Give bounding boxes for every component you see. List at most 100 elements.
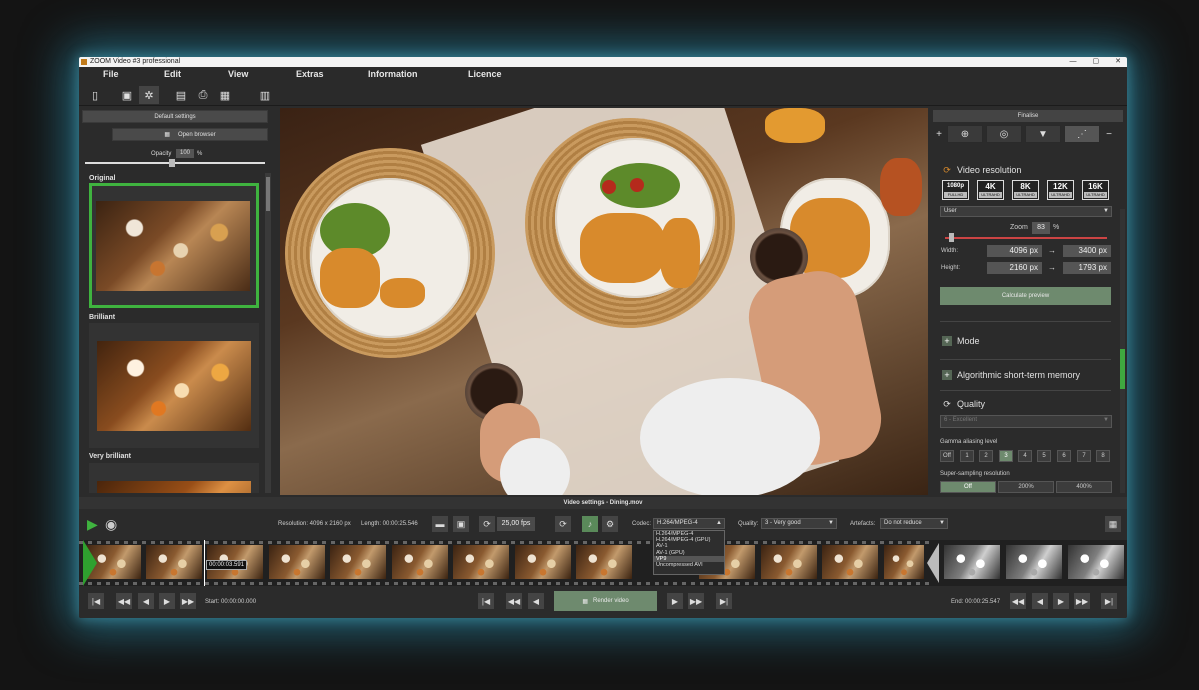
zoom-slider-handle[interactable] <box>949 233 954 242</box>
step-back-icon[interactable]: ◀ <box>528 593 544 609</box>
gamma-level-off[interactable]: Off <box>940 450 954 462</box>
codec-select[interactable]: H.264/MPEG-4 ▲ <box>653 518 725 529</box>
gamma-level-5[interactable]: 5 <box>1037 450 1051 462</box>
film-frame[interactable] <box>392 545 448 579</box>
menu-information[interactable]: Information <box>368 69 418 79</box>
play-circle-icon[interactable]: ◉ <box>105 516 117 533</box>
refresh-icon[interactable]: ⟳ <box>942 399 952 409</box>
menu-extras[interactable]: Extras <box>296 69 324 79</box>
close-button[interactable]: ✕ <box>1115 57 1121 67</box>
film-frame[interactable] <box>822 545 878 579</box>
effects-icon[interactable]: ✲ <box>139 86 159 104</box>
right-scrollbar[interactable] <box>1120 209 1125 493</box>
film-frame[interactable] <box>330 545 386 579</box>
refresh-icon[interactable]: ⟳ <box>479 516 495 532</box>
fps-value[interactable]: 25,00 fps <box>497 517 535 531</box>
zoom-slider-track[interactable] <box>945 237 1107 239</box>
default-settings-button[interactable]: Default settings <box>82 110 268 123</box>
rewind-icon[interactable]: ◀◀ <box>1010 593 1026 609</box>
menu-file[interactable]: File <box>103 69 119 79</box>
step-forward-icon[interactable]: ▶ <box>667 593 683 609</box>
gamma-level-1[interactable]: 1 <box>960 450 974 462</box>
rewind-icon[interactable]: ◀◀ <box>116 593 132 609</box>
supersampling-off[interactable]: Off <box>940 481 996 493</box>
film-frame-outside[interactable] <box>944 545 1000 579</box>
expand-mode-icon[interactable]: + <box>942 336 952 346</box>
add-tab-icon[interactable]: + <box>933 125 945 143</box>
refresh-icon[interactable]: ⟳ <box>555 516 571 532</box>
quality-select[interactable]: 6 - Excellent ▼ <box>940 415 1112 428</box>
gamma-level-3[interactable]: 3 <box>999 450 1013 462</box>
fast-forward-icon[interactable]: ▶▶ <box>1074 593 1090 609</box>
audio-icon[interactable]: ♪ <box>582 516 598 532</box>
artefacts-select[interactable]: Do not reduce ▼ <box>880 518 948 529</box>
print-icon[interactable]: ⎙ <box>193 86 213 104</box>
minimize-button[interactable]: — <box>1070 57 1077 67</box>
res-4k-button[interactable]: 4K ULTRAHD <box>977 180 1004 200</box>
maximize-button[interactable]: ▢ <box>1093 57 1100 67</box>
tab-share-icon[interactable]: ⋰ <box>1064 125 1100 143</box>
export-icon[interactable]: ▦ <box>215 86 235 104</box>
codec-option[interactable]: Uncompressed AVI <box>654 562 724 568</box>
step-back-icon[interactable]: ◀ <box>138 593 154 609</box>
resolution-preset-select[interactable]: User ▼ <box>940 206 1112 217</box>
refresh-icon[interactable]: ⟳ <box>942 165 952 175</box>
tab-color-wheel-icon[interactable]: ◎ <box>986 125 1022 143</box>
aspect-icon[interactable]: ▬ <box>432 516 448 532</box>
play-icon[interactable]: ▶ <box>87 516 98 533</box>
zoom-input[interactable]: 83 <box>1032 222 1050 234</box>
opacity-slider-track[interactable] <box>85 162 265 164</box>
step-back-icon[interactable]: ◀ <box>1032 593 1048 609</box>
video-quality-select[interactable]: 3 - Very good ▼ <box>761 518 837 529</box>
film-frame[interactable] <box>453 545 509 579</box>
expand-memory-icon[interactable]: + <box>942 370 952 380</box>
supersampling-200[interactable]: 200% <box>998 481 1054 493</box>
mode-title[interactable]: Mode <box>957 336 980 346</box>
film-frame-outside[interactable] <box>1068 545 1124 579</box>
film-frame[interactable] <box>515 545 571 579</box>
start-marker[interactable] <box>83 540 97 586</box>
go-end-icon[interactable]: ▶| <box>716 593 732 609</box>
fast-forward-icon[interactable]: ▶▶ <box>180 593 196 609</box>
preset-very-brilliant[interactable] <box>89 463 259 493</box>
res-1080p-button[interactable]: 1080p FULLHD <box>942 180 969 200</box>
go-end-icon[interactable]: ▶| <box>1101 593 1117 609</box>
opacity-slider-handle[interactable] <box>169 159 175 167</box>
filmstrip[interactable]: 00:00:03.591 <box>79 540 1127 586</box>
calculate-preview-button[interactable]: Calculate preview <box>940 287 1111 305</box>
settings-icon[interactable]: ⚙ <box>602 516 618 532</box>
rewind-icon[interactable]: ◀◀ <box>506 593 522 609</box>
res-8k-button[interactable]: 8K ULTRAHD <box>1012 180 1039 200</box>
res-16k-button[interactable]: 16K ULTRAHD <box>1082 180 1109 200</box>
render-video-button[interactable]: ▦ Render video <box>554 591 657 611</box>
film-frame[interactable] <box>761 545 817 579</box>
open-browser-button[interactable]: ▦ Open browser <box>112 128 268 141</box>
step-forward-icon[interactable]: ▶ <box>159 593 175 609</box>
remove-tab-icon[interactable]: − <box>1103 125 1115 143</box>
width-target-input[interactable]: 3400 px <box>1063 245 1111 257</box>
height-target-input[interactable]: 1793 px <box>1063 262 1111 274</box>
open-video-icon[interactable]: ▣ <box>117 86 137 104</box>
film-frame[interactable] <box>884 545 924 579</box>
color-monitor-icon[interactable]: ▥ <box>255 86 275 104</box>
gamma-level-6[interactable]: 6 <box>1057 450 1071 462</box>
gamma-level-2[interactable]: 2 <box>979 450 993 462</box>
film-frame-outside[interactable] <box>1006 545 1062 579</box>
right-scrollbar-thumb[interactable] <box>1120 349 1125 389</box>
preset-scrollbar[interactable] <box>265 173 271 493</box>
step-forward-icon[interactable]: ▶ <box>1053 593 1069 609</box>
film-frame[interactable] <box>576 545 632 579</box>
fast-forward-icon[interactable]: ▶▶ <box>688 593 704 609</box>
supersampling-400[interactable]: 400% <box>1056 481 1112 493</box>
opacity-input[interactable]: 100 <box>176 149 194 158</box>
res-12k-button[interactable]: 12K ULTRAHD <box>1047 180 1074 200</box>
gamma-level-4[interactable]: 4 <box>1018 450 1032 462</box>
crop-icon[interactable]: ▣ <box>453 516 469 532</box>
preset-brilliant[interactable] <box>89 323 259 448</box>
memory-title[interactable]: Algorithmic short-term memory <box>957 370 1080 380</box>
menu-view[interactable]: View <box>228 69 248 79</box>
tab-rgb-icon[interactable]: ▼ <box>1025 125 1061 143</box>
video-preview[interactable] <box>280 108 928 495</box>
go-start-icon[interactable]: |◀ <box>478 593 494 609</box>
film-frame[interactable] <box>269 545 325 579</box>
